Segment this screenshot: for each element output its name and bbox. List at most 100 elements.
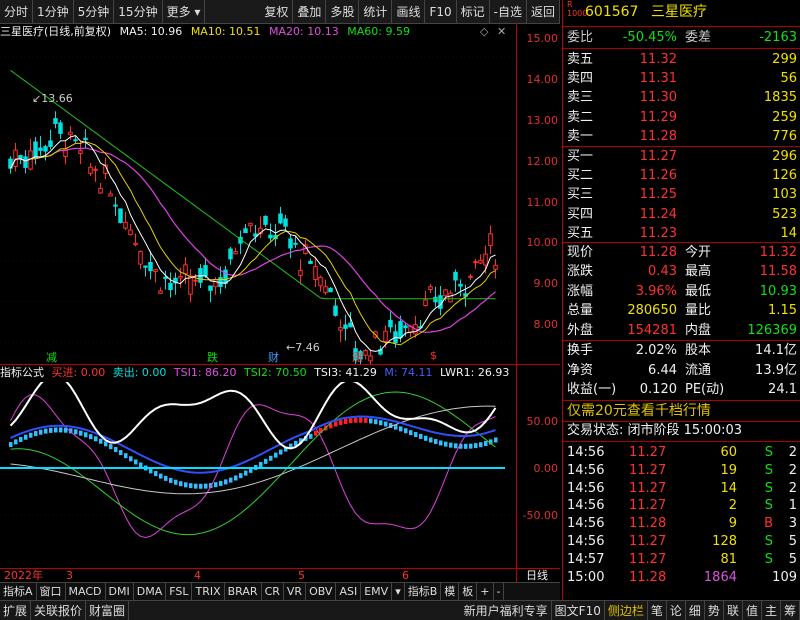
divider	[563, 441, 800, 442]
kline-chart[interactable]	[0, 40, 516, 364]
tsi2-line	[10, 391, 496, 536]
stat-value: 0.120	[639, 382, 677, 398]
indicator-name[interactable]: 指标公式	[0, 366, 44, 379]
weibi-label: 委比	[567, 30, 594, 45]
stat-value: 1.15	[768, 303, 797, 319]
tick-volume: 1864	[703, 569, 737, 585]
tab-dmi[interactable]: DMI	[106, 583, 134, 601]
event-marker-finance[interactable]: 财	[268, 349, 279, 365]
f10-text-button[interactable]: 图文F10	[552, 601, 605, 620]
chevron-down-icon[interactable]: ▾	[392, 583, 405, 601]
indicator-bar	[369, 418, 373, 424]
discuss-icon[interactable]: 论	[667, 601, 686, 620]
related-quote-button[interactable]: 关联报价	[31, 601, 87, 620]
tab-trix[interactable]: TRIX	[192, 583, 225, 601]
candle-body	[243, 228, 248, 234]
indicator-bar	[314, 430, 318, 436]
expand-button[interactable]: 扩展	[0, 601, 32, 620]
tab-1min[interactable]: 1分钟	[33, 0, 74, 24]
tab-window[interactable]: 窗口	[37, 583, 66, 601]
tab-macd[interactable]: MACD	[66, 583, 106, 601]
detail-icon[interactable]: 细	[686, 601, 705, 620]
tick-row: 15:00 11.28 1864 109	[563, 568, 800, 588]
restore-rights-button[interactable]: 复权	[260, 0, 294, 24]
stat-value: 154281	[627, 322, 677, 338]
event-marker-dollar[interactable]: $	[430, 349, 437, 362]
add-window-button[interactable]: +	[477, 583, 494, 601]
event-marker-rise[interactable]: 涨	[352, 349, 363, 365]
draw-line-button[interactable]: 画线	[392, 0, 426, 24]
value-icon[interactable]: 值	[743, 601, 762, 620]
event-marker-drop[interactable]: 跌	[207, 349, 218, 365]
statistics-button[interactable]: 统计	[359, 0, 393, 24]
tab-dma[interactable]: DMA	[134, 583, 167, 601]
tab-cr[interactable]: CR	[262, 583, 284, 601]
ind-tick: 0.00	[533, 462, 559, 475]
low-price: 7.46	[295, 341, 320, 354]
stat-label: 收益(一)	[567, 382, 617, 398]
tab-5min[interactable]: 5分钟	[74, 0, 115, 24]
buy-level-row: 买四 11.24 523	[563, 205, 800, 225]
indicator-bar	[129, 456, 133, 462]
overlay-button[interactable]: 叠加	[293, 0, 327, 24]
period-mode[interactable]: 日线	[526, 569, 548, 583]
multi-stock-button[interactable]: 多股	[326, 0, 360, 24]
event-marker-reduce[interactable]: 减	[46, 349, 57, 365]
candle-body	[403, 325, 408, 329]
new-user-welfare-link[interactable]: 新用户福利专享	[461, 601, 552, 620]
indicator-bar	[484, 440, 488, 446]
mark-button[interactable]: 标记	[457, 0, 490, 24]
link-icon[interactable]: 联	[724, 601, 743, 620]
tab-obv[interactable]: OBV	[306, 583, 337, 601]
f10-button[interactable]: F10	[425, 0, 457, 24]
trend-icon[interactable]: 势	[705, 601, 724, 620]
indicator-bar	[224, 479, 228, 485]
level-price: 11.32	[639, 52, 677, 67]
settings-icon[interactable]: ◇	[480, 25, 488, 38]
remove-watchlist-button[interactable]: -自选	[490, 0, 527, 24]
indicator-bar	[39, 429, 43, 435]
tab-board[interactable]: 板	[459, 583, 478, 601]
tab-indicator-a[interactable]: 指标A	[0, 583, 37, 601]
pen-icon[interactable]: 笔	[648, 601, 667, 620]
tab-vr[interactable]: VR	[284, 583, 307, 601]
tab-template[interactable]: 模	[441, 583, 460, 601]
indicator-bar	[334, 421, 338, 427]
indicator-bar	[179, 481, 183, 487]
stat-row: 涨跌 0.43 最高 11.58	[563, 262, 800, 282]
wealth-circle-button[interactable]: 财富圈	[86, 601, 130, 620]
indicator-bar	[444, 441, 448, 447]
tab-indicator-b[interactable]: 指标B	[405, 583, 442, 601]
weibi-value: -50.45%	[622, 30, 677, 45]
tab-asi[interactable]: ASI	[336, 583, 362, 601]
tab-emv[interactable]: EMV	[361, 583, 393, 601]
tab-intraday[interactable]: 分时	[0, 0, 34, 24]
stat-value: 10.93	[759, 283, 797, 299]
candle-body	[388, 319, 393, 328]
sidebar-button[interactable]: 侧边栏	[605, 601, 648, 620]
price-tick: 9.00	[533, 277, 559, 290]
candle-body	[228, 248, 233, 260]
stat-label: PE(动)	[685, 382, 725, 398]
candle-body	[123, 221, 128, 229]
indicator-bar	[29, 432, 33, 438]
indicator-chart[interactable]	[0, 382, 516, 568]
promo-row[interactable]: 仅需20元查看千档行情	[563, 401, 800, 421]
ma5-line	[10, 135, 496, 352]
tab-fsl[interactable]: FSL	[166, 583, 193, 601]
tab-brar[interactable]: BRAR	[225, 583, 262, 601]
candle-body	[313, 266, 318, 280]
tab-more[interactable]: 更多 ▾	[163, 0, 206, 24]
tab-15min[interactable]: 15分钟	[114, 0, 163, 24]
back-button[interactable]: 返回	[527, 0, 560, 24]
chips-icon[interactable]: 筹	[781, 601, 800, 620]
indicator-bar	[49, 427, 53, 433]
indicator-bar	[139, 462, 143, 468]
candle-body	[368, 355, 373, 362]
main-icon[interactable]: 主	[762, 601, 781, 620]
close-icon[interactable]: ✕	[497, 25, 506, 38]
stock-code: 601567	[585, 4, 639, 20]
remove-window-button[interactable]: -	[494, 583, 505, 601]
candle-body	[113, 204, 118, 207]
promo-text[interactable]: 仅需20元查看千档行情	[567, 401, 711, 421]
